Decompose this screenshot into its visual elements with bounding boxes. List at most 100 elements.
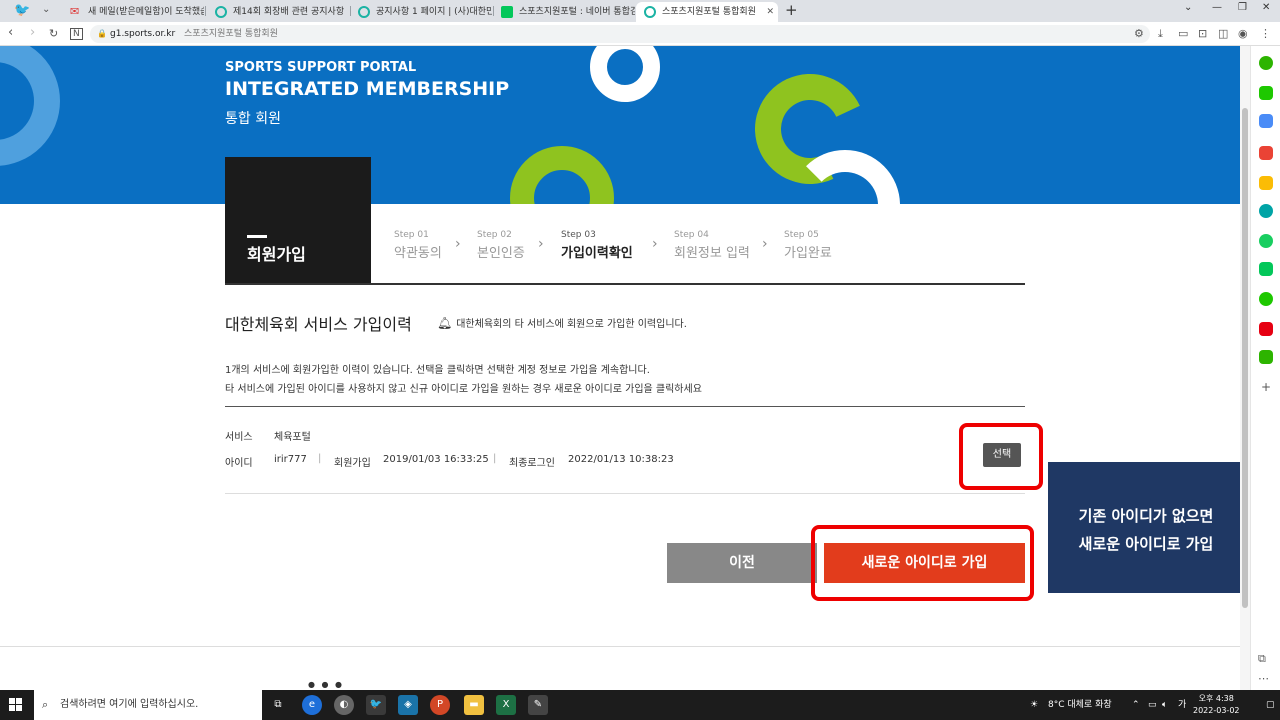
sidebar-pocket-icon[interactable] xyxy=(1259,146,1273,160)
extension-puzzle-icon[interactable]: ⚙ xyxy=(1134,27,1144,40)
file-explorer-icon[interactable]: ▬ xyxy=(464,695,484,715)
sidebar-line-icon[interactable] xyxy=(1259,292,1273,306)
forward-arrow-icon[interactable]: › xyxy=(30,25,35,40)
lock-icon: 🔒 xyxy=(97,29,107,38)
browser-tab-bar: 🐦 ⌄ ✉ 새 메일(받은메일함)이 도착했습 제14회 회장배 관련 공지사항… xyxy=(0,0,1280,22)
hero-title: INTEGRATED MEMBERSHIP xyxy=(225,78,510,100)
select-highlight-box xyxy=(959,423,1043,490)
minimize-icon[interactable]: — xyxy=(1212,2,1222,13)
sidebar-green-circle-icon[interactable] xyxy=(1259,56,1273,70)
tab-notice-list[interactable]: 공지사항 1 페이지 | (사)대한민 xyxy=(350,2,492,22)
screenshot-icon[interactable]: ⊡ xyxy=(1198,27,1207,40)
description-line-1: 1개의 서비스에 회원가입한 이력이 있습니다. 선택을 클릭하면 선택한 계정… xyxy=(225,365,650,376)
search-placeholder: 검색하려면 여기에 입력하십시오. xyxy=(60,699,199,710)
search-icon: ⌕ xyxy=(42,698,49,711)
step-chevron-icon: › xyxy=(538,236,544,252)
description-line-2: 타 서비스에 가입된 아이디를 사용하지 않고 신규 아이디로 가입을 원하는 … xyxy=(225,384,702,395)
field-separator: | xyxy=(318,453,322,464)
step-chevron-icon: › xyxy=(652,236,658,252)
restore-icon[interactable]: ❐ xyxy=(1238,2,1247,13)
last-login-value: 2022/01/13 10:38:23 xyxy=(568,454,674,465)
tray-chevron-icon[interactable]: ⌃ xyxy=(1132,690,1140,720)
ie-browser-icon[interactable]: e xyxy=(302,695,322,715)
split-view-icon[interactable]: ◫ xyxy=(1218,27,1228,40)
download-icon[interactable]: ⤓ xyxy=(1158,27,1163,41)
step-name: 가입이력확인 xyxy=(561,246,633,261)
ime-icon[interactable]: 가 xyxy=(1178,690,1186,720)
browser-bird-icon: 🐦 xyxy=(14,3,31,18)
back-arrow-icon[interactable]: ‹ xyxy=(8,25,13,40)
tab-list-chevron-icon[interactable]: ⌄ xyxy=(42,4,50,15)
app-blue-icon[interactable]: ◈ xyxy=(398,695,418,715)
step-number: Step 01 xyxy=(394,230,429,240)
record-top-divider xyxy=(225,406,1025,407)
tab-naver-search[interactable]: 스포츠지원포털 : 네이버 통합검 xyxy=(493,2,635,22)
sidebar-add-icon[interactable]: + xyxy=(1261,380,1271,394)
step-5: Step 05 가입완료 xyxy=(784,230,832,261)
portal-favicon-icon xyxy=(644,6,656,18)
paint-icon[interactable]: ✎ xyxy=(528,695,548,715)
system-clock[interactable]: 오후 4:38 2022-03-02 xyxy=(1193,693,1240,717)
sidebar-calendar-icon[interactable] xyxy=(1259,114,1273,128)
reload-icon[interactable]: ↻ xyxy=(49,27,58,40)
footer-divider xyxy=(0,646,1240,647)
page-title: 회원가입 xyxy=(247,245,306,264)
hero-korean-title: 통합 회원 xyxy=(225,111,281,127)
tab-membership-active[interactable]: 스포츠지원포털 통합회원 ✕ xyxy=(636,2,778,22)
sidebar-talk-icon[interactable] xyxy=(1259,86,1273,100)
windows-taskbar: ⌕ 검색하려면 여기에 입력하십시오. ⧉ e ◐ 🐦 ◈ P ▬ X ✎ ☀ … xyxy=(0,690,1280,720)
title-accent-bar xyxy=(247,235,267,238)
taskbar-search-box[interactable]: ⌕ 검색하려면 여기에 입력하십시오. xyxy=(34,690,262,720)
decor-ring-white xyxy=(590,46,660,102)
service-label: 서비스 xyxy=(225,432,253,443)
new-id-highlight-box xyxy=(811,525,1034,601)
profile-icon[interactable]: ◉ xyxy=(1238,27,1248,40)
app-round-icon[interactable]: ◐ xyxy=(334,695,354,715)
step-1: Step 01 약관동의 xyxy=(394,230,442,261)
step-number: Step 05 xyxy=(784,230,819,240)
scrollbar-thumb[interactable] xyxy=(1242,108,1248,608)
step-number: Step 03 xyxy=(561,230,596,240)
sidebar-play-icon[interactable] xyxy=(1259,234,1273,248)
task-view-icon[interactable]: ⧉ xyxy=(268,695,288,715)
sidebar-chat-icon[interactable] xyxy=(1259,262,1273,276)
close-tab-icon[interactable]: ✕ xyxy=(766,2,774,22)
cast-icon[interactable]: ▭ xyxy=(1178,27,1188,40)
sidebar-more-icon[interactable]: ⋯ xyxy=(1258,672,1269,685)
windows-start-icon[interactable] xyxy=(9,698,23,712)
tab-search-chevron-icon[interactable]: ⌄ xyxy=(1184,2,1192,13)
page-title-box: 회원가입 xyxy=(225,157,371,284)
address-bar[interactable]: 🔒 g1.sports.or.kr 스포츠지원포털 통합회원 xyxy=(90,25,1150,43)
section-note: 🔔︎ 대한체육회의 타 서비스에 회원으로 가입한 이력입니다. xyxy=(437,315,687,330)
tab-mail[interactable]: ✉ 새 메일(받은메일함)이 도착했습 xyxy=(62,2,204,22)
clock-date: 2022-03-02 xyxy=(1193,706,1240,715)
naver-home-icon[interactable]: N xyxy=(70,28,83,40)
decor-ring-light-blue xyxy=(0,46,60,166)
excel-icon[interactable]: X xyxy=(496,695,516,715)
close-window-icon[interactable]: ✕ xyxy=(1262,2,1270,13)
previous-button[interactable]: 이전 xyxy=(667,543,817,583)
tab-title: 제14회 회장배 관련 공지사항 xyxy=(233,7,345,17)
sidebar-star-icon[interactable] xyxy=(1259,176,1273,190)
sidebar-map-pin-icon[interactable] xyxy=(1259,350,1273,364)
more-menu-icon[interactable]: ⋮ xyxy=(1260,27,1271,40)
sidebar-edge-icon[interactable] xyxy=(1259,204,1273,218)
decor-ring-green xyxy=(510,146,614,204)
hero-subtitle: SPORTS SUPPORT PORTAL xyxy=(225,60,417,75)
step-2: Step 02 본인인증 xyxy=(477,230,525,261)
tab-notice-14[interactable]: 제14회 회장배 관련 공지사항 xyxy=(207,2,349,22)
network-icon[interactable]: ▭ xyxy=(1148,690,1157,720)
whale-browser-icon[interactable]: 🐦 xyxy=(366,695,386,715)
new-tab-button[interactable]: + xyxy=(785,1,798,19)
page-scrollbar[interactable] xyxy=(1240,46,1250,690)
step-name: 가입완료 xyxy=(784,246,832,261)
powerpoint-icon[interactable]: P xyxy=(430,695,450,715)
volume-icon[interactable]: 🔈︎ xyxy=(1162,690,1167,720)
open-external-icon[interactable]: ⧉ xyxy=(1258,652,1266,666)
notification-icon[interactable]: ▢ xyxy=(1266,690,1275,720)
sidebar-news-icon[interactable] xyxy=(1259,322,1273,336)
section-note-text: 대한체육회의 타 서비스에 회원으로 가입한 이력입니다. xyxy=(456,319,687,330)
clock-time: 오후 4:38 xyxy=(1198,694,1234,703)
step-4: Step 04 회원정보 입력 xyxy=(674,230,750,261)
weather-text[interactable]: 8°C 대체로 화창 xyxy=(1048,690,1112,720)
